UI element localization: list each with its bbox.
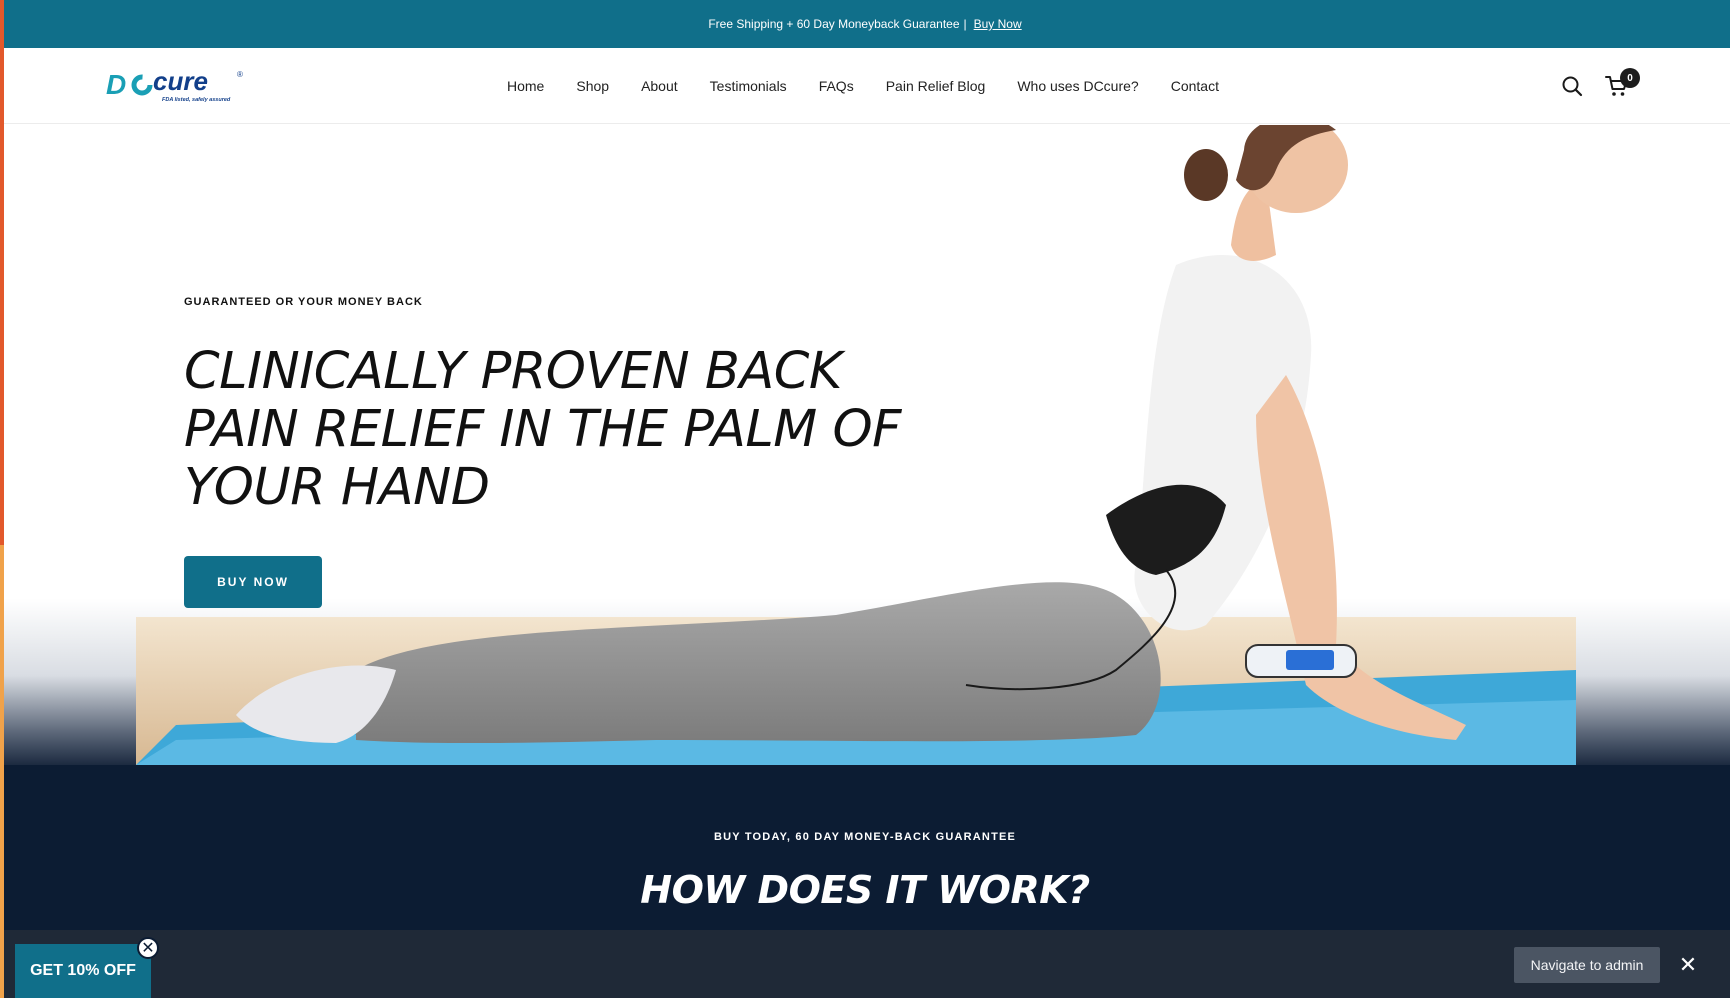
logo-word-cure: cure	[153, 68, 208, 96]
nav-testimonials[interactable]: Testimonials	[710, 78, 787, 94]
logo-letter-d: D	[106, 69, 126, 100]
browser-edge-strip	[0, 0, 4, 998]
admin-bar-close-icon[interactable]: ✕	[1678, 952, 1698, 977]
discount-close-icon[interactable]: ✕	[137, 937, 159, 959]
hero-title: CLINICALLY PROVEN BACK PAIN RELIEF IN TH…	[184, 342, 901, 517]
cart-count-badge: 0	[1620, 68, 1640, 88]
nav-who-uses-dccure[interactable]: Who uses DCcure?	[1017, 78, 1138, 94]
hero-eyebrow: GUARANTEED OR YOUR MONEY BACK	[184, 296, 423, 308]
admin-preview-bar	[0, 930, 1730, 998]
hero-buy-now-button[interactable]: BUY NOW	[184, 556, 322, 608]
search-icon[interactable]	[1561, 75, 1583, 97]
announcement-buy-now-link[interactable]: Buy Now	[974, 17, 1022, 31]
nav-about[interactable]: About	[641, 78, 678, 94]
logo-registered-mark: ®	[237, 70, 243, 79]
site-header: D cure ® FDA listed, safely assured Home…	[0, 48, 1730, 124]
announcement-separator: |	[963, 17, 967, 31]
hero-section: GUARANTEED OR YOUR MONEY BACK CLINICALLY…	[0, 125, 1730, 765]
nav-home[interactable]: Home	[507, 78, 544, 94]
nav-shop[interactable]: Shop	[576, 78, 609, 94]
how-it-works-eyebrow: BUY TODAY, 60 DAY MONEY-BACK GUARANTEE	[713, 831, 1017, 843]
nav-pain-relief-blog[interactable]: Pain Relief Blog	[886, 78, 986, 94]
navigate-to-admin-button[interactable]: Navigate to admin	[1514, 947, 1660, 983]
main-nav: Home Shop About Testimonials FAQs Pain R…	[507, 48, 1219, 124]
how-it-works-title: HOW DOES IT WORK?	[640, 868, 1090, 912]
announcement-text: Free Shipping + 60 Day Moneyback Guarant…	[708, 17, 960, 31]
logo-tagline: FDA listed, safely assured	[162, 97, 231, 103]
how-it-works-section: BUY TODAY, 60 DAY MONEY-BACK GUARANTEE H…	[0, 765, 1730, 930]
get-discount-button[interactable]: GET 10% OFF	[15, 944, 151, 998]
nav-contact[interactable]: Contact	[1171, 78, 1219, 94]
dccure-logo[interactable]: D cure ® FDA listed, safely assured	[106, 68, 246, 104]
announcement-bar: Free Shipping + 60 Day Moneyback Guarant…	[0, 0, 1730, 48]
nav-faqs[interactable]: FAQs	[819, 78, 854, 94]
